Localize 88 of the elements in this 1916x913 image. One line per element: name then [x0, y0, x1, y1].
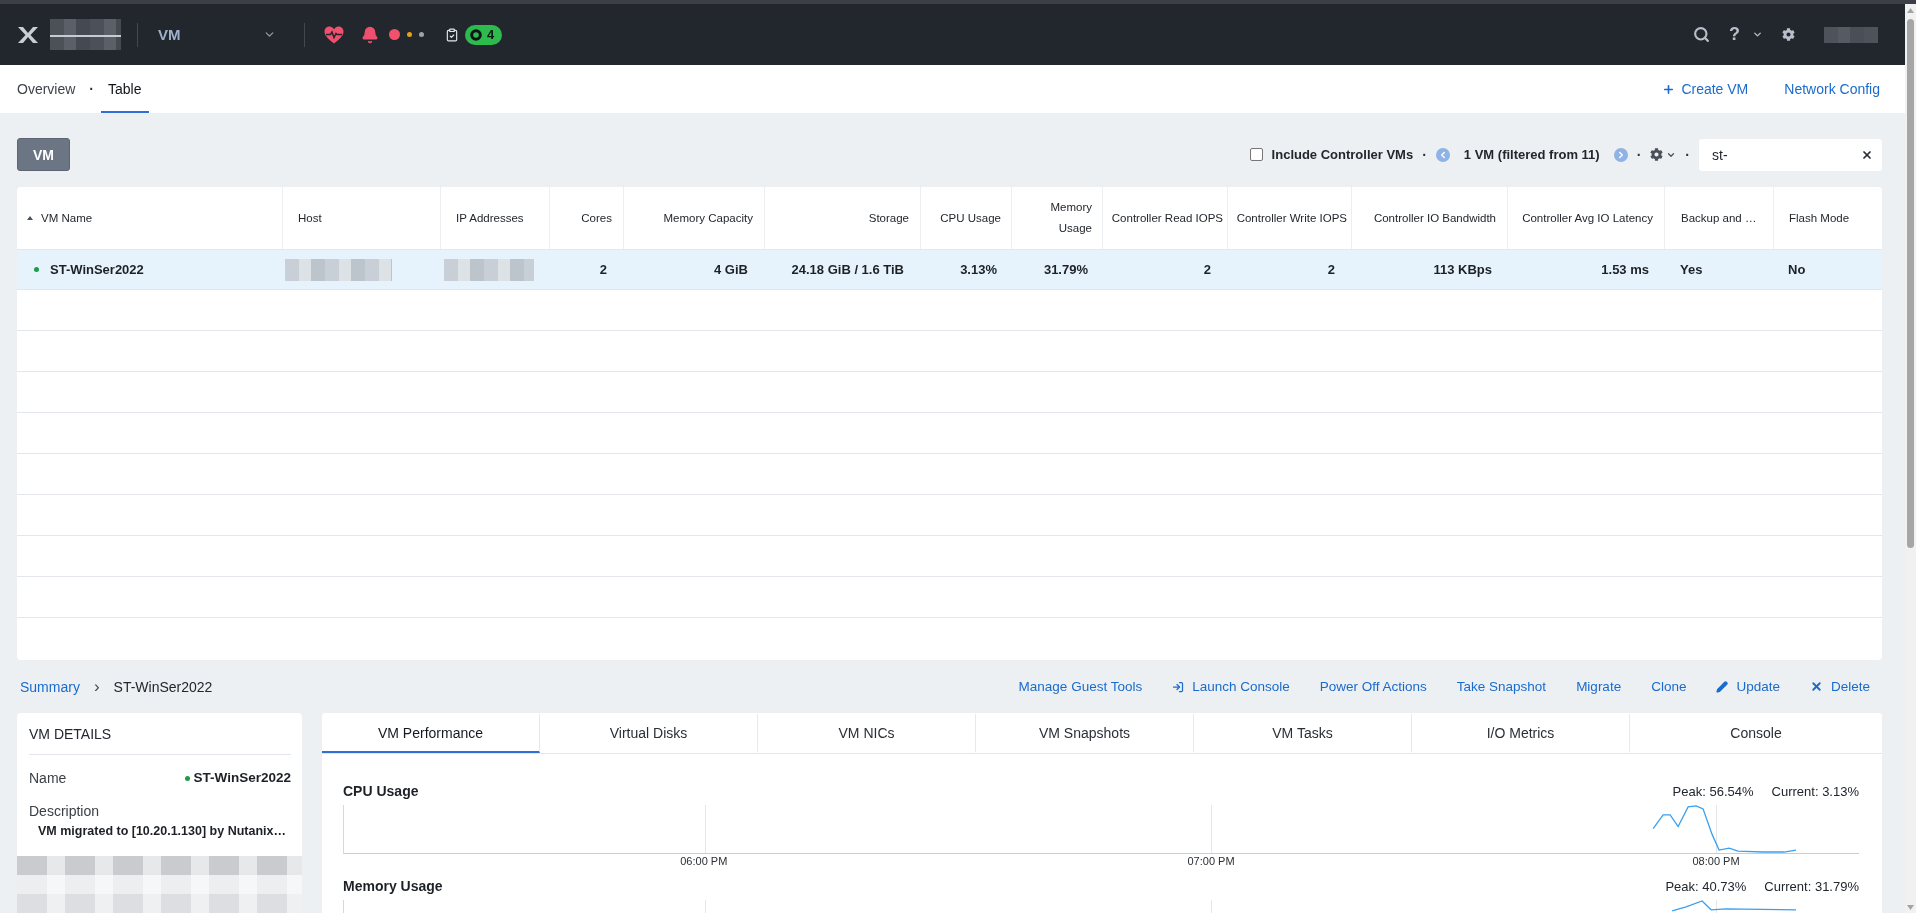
logo-icon[interactable]: [17, 25, 39, 44]
view-tab[interactable]: Table: [101, 65, 149, 113]
task-badge[interactable]: 4: [465, 24, 503, 45]
redacted-block: [50, 19, 121, 50]
table-row[interactable]: ST-WinSer2022 2 4 GiB 24.18 GiB / 1.6 TiB 3.13% 31.79% 2 2 113 KBps 1.53 ms Yes No: [17, 250, 1882, 290]
table-cell-text: 2: [1326, 261, 1336, 279]
column-header[interactable]: Host: [282, 187, 440, 249]
current-value: Current: 3.13%: [1771, 783, 1859, 799]
column-header[interactable]: Cores: [549, 187, 623, 249]
column-header[interactable]: CPU Usage: [920, 187, 1011, 249]
column-header[interactable]: Storage: [764, 187, 920, 249]
settings-button[interactable]: [1650, 148, 1677, 161]
field-label: Name: [29, 769, 67, 788]
login-icon: [1172, 680, 1185, 693]
peak-value: Peak: 56.54%: [1672, 783, 1754, 799]
caret-icon: [1752, 29, 1763, 40]
table-cell-text: 4 GiB: [713, 261, 749, 279]
table-cell-text: 2: [1202, 261, 1212, 279]
entity-button[interactable]: VM: [17, 138, 70, 171]
axis-tick-label: 08:00 PM: [1692, 855, 1740, 867]
redacted-block: [1824, 26, 1878, 43]
clipboard-check-icon[interactable]: [445, 27, 459, 42]
table-cell-text: 2: [598, 261, 608, 279]
column-header[interactable]: Memory Capacity: [623, 187, 764, 249]
scrollbar-thumb[interactable]: [1907, 19, 1914, 548]
axis-tick-label: 06:00 PM: [680, 855, 728, 867]
breadcrumb-current: ST-WinSer2022: [113, 678, 213, 695]
card-title: VM DETAILS: [29, 713, 291, 755]
action-link[interactable]: Delete: [1809, 679, 1870, 694]
vm-name[interactable]: ST-WinSer2022: [50, 262, 144, 277]
field-value: ST-WinSer2022: [193, 769, 291, 787]
sort-ascending-icon: [27, 216, 33, 220]
column-header[interactable]: Backup and …: [1664, 187, 1773, 249]
separator-dot: ·: [89, 81, 95, 97]
result-count: 1 VM (filtered from 11): [1463, 147, 1600, 162]
search-field[interactable]: st-: [1699, 138, 1882, 171]
close-icon[interactable]: [1861, 148, 1873, 161]
bell-icon[interactable]: [361, 25, 379, 44]
view-tab[interactable]: Overview: [10, 65, 83, 113]
field-label: Description: [29, 802, 101, 821]
settings-icon[interactable]: [1782, 28, 1795, 41]
table-cell-text: 3.13%: [959, 261, 998, 279]
column-header[interactable]: Controller IO Bandwidth: [1351, 187, 1507, 249]
table-cell-text: 1.53 ms: [1600, 261, 1650, 279]
action-link[interactable]: Take Snapshot: [1456, 679, 1547, 694]
field-value: VM migrated to [10.20.1.130] by Nutanix…: [37, 823, 287, 840]
column-header[interactable]: IP Addresses: [440, 187, 549, 249]
table-cell-text: 24.18 GiB / 1.6 TiB: [790, 261, 905, 279]
column-header[interactable]: Controller Read IOPS: [1102, 187, 1227, 249]
breadcrumb-link[interactable]: Summary: [20, 678, 80, 695]
peak-value: Peak: 40.73%: [1665, 878, 1747, 894]
axis-tick-label: 07:00 PM: [1187, 855, 1235, 867]
column-header[interactable]: VM Name: [17, 187, 282, 249]
checkbox-label[interactable]: Include Controller VMs: [1271, 147, 1414, 162]
action-link[interactable]: Power Off Actions: [1319, 679, 1427, 694]
breadcrumb-separator: ›: [93, 676, 100, 697]
column-header[interactable]: Controller Write IOPS: [1227, 187, 1351, 249]
checkbox[interactable]: [1249, 148, 1263, 161]
action-link[interactable]: Migrate: [1576, 679, 1622, 694]
pencil-icon: [1716, 680, 1729, 693]
column-header[interactable]: Flash Mode: [1773, 187, 1882, 249]
table-cell-text: No: [1787, 261, 1807, 279]
current-value: Current: 31.79%: [1764, 878, 1859, 894]
table-cell-text: 31.79%: [1042, 261, 1089, 279]
table-cell-text: Yes: [1679, 261, 1704, 279]
action-link[interactable]: Clone: [1651, 679, 1687, 694]
separator-dot: ·: [1636, 146, 1642, 163]
column-header[interactable]: Controller Avg IO Latency: [1507, 187, 1664, 249]
gear-icon: [1650, 148, 1664, 161]
chart-title: CPU Usage: [343, 783, 419, 799]
detail-tab[interactable]: VM Performance: [322, 713, 540, 753]
search-icon[interactable]: [1693, 26, 1710, 43]
separator-dot: ·: [1685, 146, 1690, 163]
action-link[interactable]: Update: [1716, 679, 1780, 694]
action-link[interactable]: Network Config: [1784, 81, 1880, 97]
chart-title: Memory Usage: [343, 878, 443, 894]
plus-icon: [1662, 82, 1676, 96]
app-selector[interactable]: VM: [158, 26, 276, 43]
x-icon: [1809, 680, 1823, 693]
action-link[interactable]: Manage Guest Tools: [1018, 679, 1143, 694]
action-link[interactable]: Launch Console: [1172, 679, 1290, 694]
column-header[interactable]: Memory Usage: [1011, 187, 1102, 249]
ring-icon: [470, 28, 482, 41]
table-cell-text: 113 KBps: [1432, 261, 1493, 279]
separator-dot: ·: [1422, 146, 1427, 163]
create-button[interactable]: Create VM: [1662, 81, 1749, 97]
help-button[interactable]: ?: [1729, 24, 1763, 45]
heart-pulse-icon[interactable]: [324, 25, 344, 44]
